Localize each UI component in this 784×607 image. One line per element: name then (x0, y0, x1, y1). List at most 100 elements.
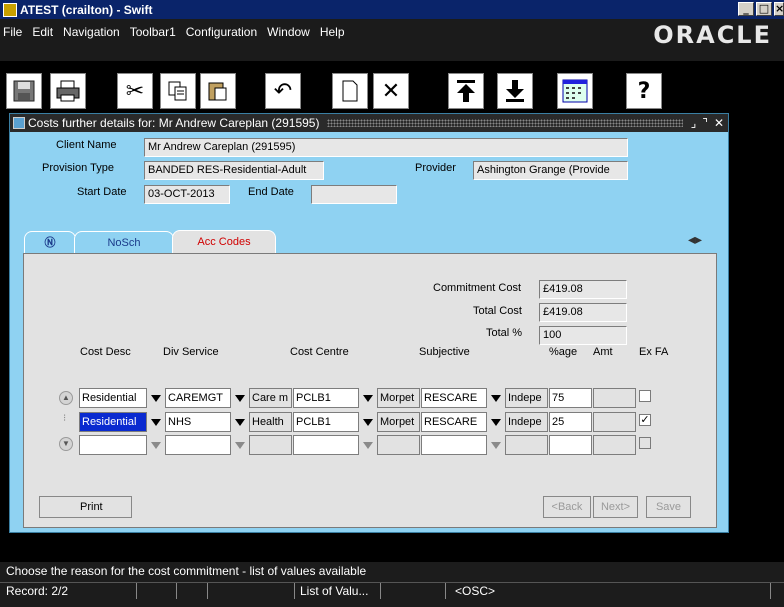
row1-cost-desc-dropdown-icon[interactable] (148, 388, 163, 408)
row1-subjective-dropdown-icon[interactable] (488, 388, 503, 408)
minimize-form-icon[interactable]: ⌟ (691, 116, 697, 130)
row2-subjective[interactable]: RESCARE (421, 412, 487, 432)
total-cost-label: Total Cost (473, 305, 522, 317)
row3-cost-desc-dropdown-icon[interactable] (148, 435, 163, 455)
row1-div-dropdown-icon[interactable] (232, 388, 247, 408)
title-bar: ATEST (crailton) - Swift _ □ × (0, 0, 784, 19)
cut-icon[interactable]: ✂ (117, 73, 153, 109)
start-date-field: 03-OCT-2013 (144, 185, 230, 204)
close-button[interactable]: × (774, 2, 784, 16)
row2-centre-dropdown-icon[interactable] (360, 412, 375, 432)
row3-subjective-dropdown-icon[interactable] (488, 435, 503, 455)
maximize-button[interactable]: □ (756, 2, 772, 16)
row3-centre-dropdown-icon[interactable] (360, 435, 375, 455)
row2-cost-desc[interactable]: Residential (79, 412, 147, 432)
costs-window: Costs further details for: Mr Andrew Car… (9, 113, 729, 533)
scroll-up-icon[interactable]: ▲ (59, 391, 73, 405)
menu-file[interactable]: File (3, 25, 22, 39)
row2-div-service[interactable]: NHS (165, 412, 231, 432)
col-cost-centre: Cost Centre (290, 346, 349, 358)
total-pct-label: Total % (486, 327, 523, 339)
row2-ex-fa-checkbox[interactable]: ✓ (639, 414, 651, 426)
row3-ex-fa-checkbox[interactable] (639, 437, 651, 449)
status-message: Choose the reason for the cost commitmen… (6, 564, 367, 578)
menu-edit[interactable]: Edit (32, 25, 53, 39)
row1-div-desc: Care m (249, 388, 292, 408)
row3-amt (593, 435, 636, 455)
row-indicator-icon: ⁝ (63, 413, 67, 424)
row1-subjective[interactable]: RESCARE (421, 388, 487, 408)
row3-pct[interactable] (549, 435, 592, 455)
help-icon[interactable]: ? (626, 73, 662, 109)
tab-acc-codes[interactable]: Acc Codes (172, 230, 276, 254)
row2-cost-centre[interactable]: PCLB1 (293, 412, 359, 432)
app-icon (3, 2, 17, 17)
provider-label: Provider (415, 162, 456, 174)
row1-centre-dropdown-icon[interactable] (360, 388, 375, 408)
print-button[interactable]: Print (39, 496, 132, 518)
row2-cost-desc-dropdown-icon[interactable] (148, 412, 163, 432)
provider-field: Ashington Grange (Provide (473, 161, 628, 180)
tab-scroll-icon[interactable]: ◂▸ (688, 232, 702, 248)
minimize-button[interactable]: _ (738, 2, 754, 16)
print-icon[interactable] (50, 73, 86, 109)
back-button[interactable]: <Back (543, 496, 591, 518)
row2-pct[interactable]: 25 (549, 412, 592, 432)
row1-div-service[interactable]: CAREMGT (165, 388, 231, 408)
form-icon (13, 117, 25, 129)
row3-cost-desc[interactable] (79, 435, 147, 455)
oracle-logo: ORACLE (653, 21, 772, 49)
client-name-label: Client Name (56, 139, 117, 151)
commitment-cost-label: Commitment Cost (433, 282, 522, 294)
save-button[interactable]: Save (646, 496, 691, 518)
undo-icon[interactable]: ↶ (265, 73, 301, 109)
row1-pct[interactable]: 75 (549, 388, 592, 408)
status-bar: Choose the reason for the cost commitmen… (0, 562, 784, 607)
row3-div-dropdown-icon[interactable] (232, 435, 247, 455)
calculator-icon[interactable] (557, 73, 593, 109)
last-record-icon[interactable] (497, 73, 533, 109)
row3-subj-desc (505, 435, 548, 455)
row3-div-service[interactable] (165, 435, 231, 455)
end-date-field (311, 185, 397, 204)
row1-ex-fa-checkbox[interactable] (639, 390, 651, 402)
row3-cost-centre[interactable] (293, 435, 359, 455)
col-amt: Amt (593, 346, 613, 358)
new-icon[interactable] (332, 73, 368, 109)
navigator-icon: Ⓝ (44, 236, 56, 249)
toolbar: ✂ ↶ ✕ ? (0, 61, 784, 113)
total-pct-field: 100 (539, 326, 627, 345)
tab-nosch[interactable]: NoSch (74, 231, 174, 253)
row1-amt (593, 388, 636, 408)
window-title: ATEST (crailton) - Swift (20, 2, 153, 17)
copy-icon[interactable] (160, 73, 196, 109)
row1-cost-centre[interactable]: PCLB1 (293, 388, 359, 408)
status-mode: List of Valu... (300, 584, 369, 598)
menu-window[interactable]: Window (267, 25, 310, 39)
record-indicator: Record: 2/2 (6, 584, 69, 598)
row2-div-dropdown-icon[interactable] (232, 412, 247, 432)
next-button[interactable]: Next> (593, 496, 638, 518)
row1-subj-desc: Indepe (505, 388, 548, 408)
menu-bar: File Edit Navigation Toolbar1 Configurat… (0, 19, 784, 61)
menu-toolbar1[interactable]: Toolbar1 (130, 25, 176, 39)
col-subjective: Subjective (419, 346, 470, 358)
form-title-bar: Costs further details for: Mr Andrew Car… (10, 114, 728, 132)
row2-subjective-dropdown-icon[interactable] (488, 412, 503, 432)
maximize-form-icon[interactable]: ⌝ (702, 116, 708, 130)
row1-cost-desc[interactable]: Residential (79, 388, 147, 408)
scroll-down-icon[interactable]: ▼ (59, 437, 73, 451)
delete-icon[interactable]: ✕ (373, 73, 409, 109)
col-ex-fa: Ex FA (639, 346, 669, 358)
commitment-cost-field: £419.08 (539, 280, 627, 299)
navigator-tab[interactable]: Ⓝ (24, 231, 76, 253)
menu-configuration[interactable]: Configuration (186, 25, 257, 39)
menu-help[interactable]: Help (320, 25, 345, 39)
menu-navigation[interactable]: Navigation (63, 25, 120, 39)
first-record-icon[interactable] (448, 73, 484, 109)
paste-icon[interactable] (200, 73, 236, 109)
row3-subjective[interactable] (421, 435, 487, 455)
end-date-label: End Date (248, 186, 294, 198)
close-form-icon[interactable]: ✕ (714, 116, 724, 130)
save-icon[interactable] (6, 73, 42, 109)
